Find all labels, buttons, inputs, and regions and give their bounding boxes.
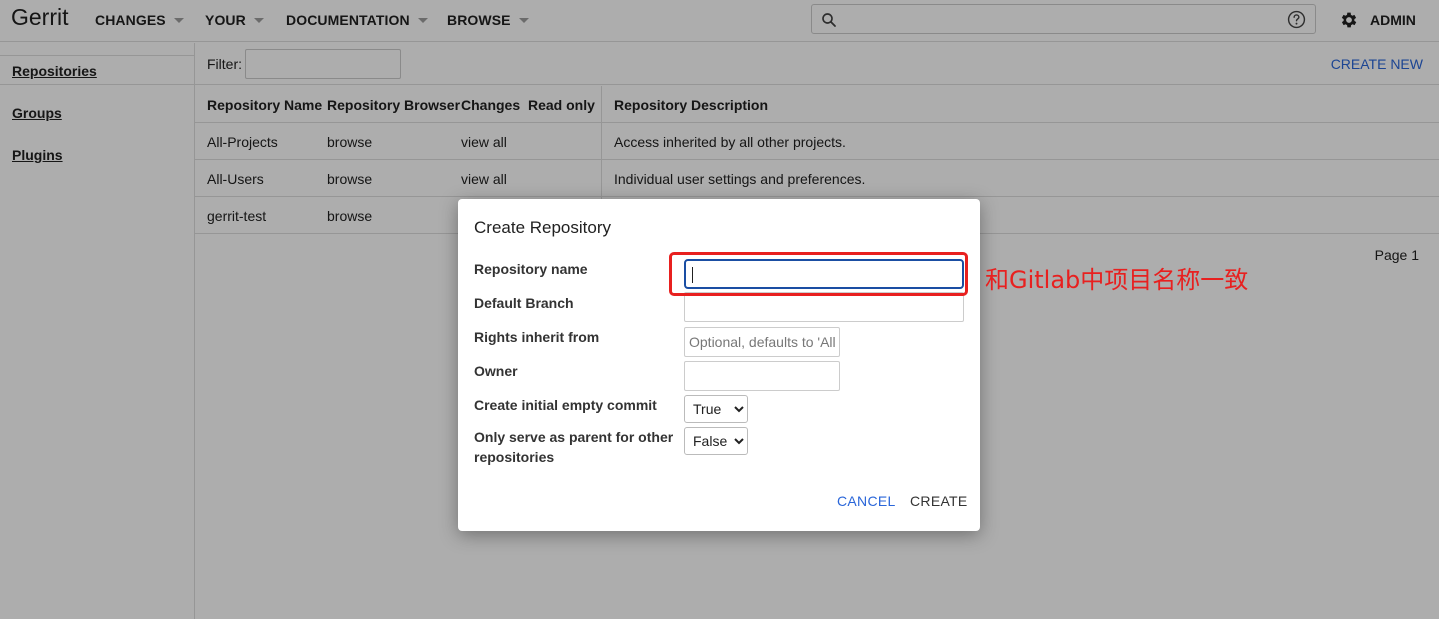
parent-only-label-line2: repositories bbox=[474, 449, 555, 465]
owner-input[interactable] bbox=[684, 361, 840, 391]
repo-name-label: Repository name bbox=[474, 261, 588, 277]
cancel-button[interactable]: CANCEL bbox=[837, 493, 896, 509]
create-repository-dialog: Create Repository Repository name Defaul… bbox=[458, 199, 980, 531]
rights-inherit-input[interactable] bbox=[684, 327, 840, 357]
dialog-title: Create Repository bbox=[474, 218, 612, 237]
parent-only-label: Only serve as parent for other repositor… bbox=[474, 427, 673, 467]
owner-label: Owner bbox=[474, 363, 518, 379]
parent-only-label-line1: Only serve as parent for other bbox=[474, 429, 674, 445]
empty-commit-select[interactable]: True bbox=[684, 395, 748, 423]
highlight-box bbox=[669, 252, 968, 296]
default-branch-input[interactable] bbox=[684, 292, 964, 322]
annotation-text: 和Gitlab中项目名称一致 bbox=[985, 266, 1249, 294]
default-branch-label: Default Branch bbox=[474, 295, 574, 311]
empty-commit-label: Create initial empty commit bbox=[474, 397, 657, 413]
parent-only-select[interactable]: False bbox=[684, 427, 748, 455]
rights-inherit-label: Rights inherit from bbox=[474, 329, 600, 345]
create-button[interactable]: CREATE bbox=[910, 493, 968, 509]
